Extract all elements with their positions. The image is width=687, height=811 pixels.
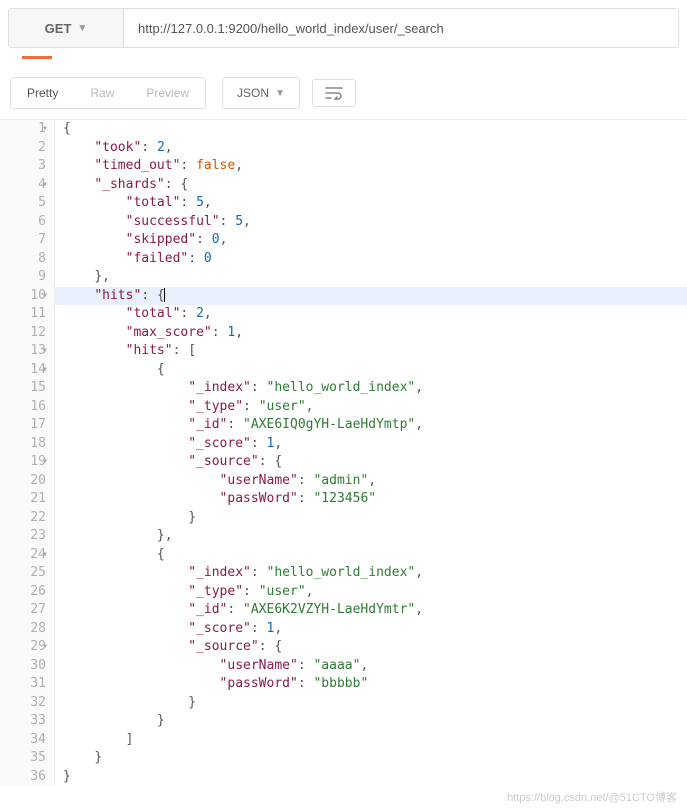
line-number: 33	[0, 712, 46, 731]
code-line: "userName": "admin",	[63, 472, 687, 491]
code-line: "passWord": "bbbbb"	[63, 675, 687, 694]
code-line: {	[63, 361, 687, 380]
chevron-down-icon: ▼	[77, 23, 87, 34]
line-number: 5	[0, 194, 46, 213]
code-line: {	[63, 120, 687, 139]
line-number: 7	[0, 231, 46, 250]
tab-pretty[interactable]: Pretty	[11, 78, 74, 108]
response-editor[interactable]: 1234567891011121314151617181920212223242…	[0, 119, 687, 786]
code-line: "_score": 1,	[63, 620, 687, 639]
code-line: "total": 5,	[63, 194, 687, 213]
line-number: 16	[0, 398, 46, 417]
code-line: }	[63, 749, 687, 768]
request-bar: GET ▼	[8, 8, 679, 48]
code-line: }	[63, 768, 687, 787]
line-number: 18	[0, 435, 46, 454]
code-line: "_index": "hello_world_index",	[63, 379, 687, 398]
line-number: 2	[0, 139, 46, 158]
url-input[interactable]	[124, 9, 678, 47]
code-line: "successful": 5,	[63, 213, 687, 232]
view-tabs: Pretty Raw Preview	[10, 77, 206, 109]
line-number: 6	[0, 213, 46, 232]
code-line: "hits": {	[55, 287, 687, 306]
code-line: "_shards": {	[63, 176, 687, 195]
code-line: "total": 2,	[63, 305, 687, 324]
code-line: ]	[63, 731, 687, 750]
code-line: "_type": "user",	[63, 398, 687, 417]
line-gutter: 1234567891011121314151617181920212223242…	[0, 120, 55, 786]
code-line: "_source": {	[63, 638, 687, 657]
line-number: 19	[0, 453, 46, 472]
code-line: {	[63, 546, 687, 565]
line-number: 21	[0, 490, 46, 509]
http-method-select[interactable]: GET ▼	[9, 9, 124, 47]
line-number: 9	[0, 268, 46, 287]
line-number: 26	[0, 583, 46, 602]
code-line: "took": 2,	[63, 139, 687, 158]
code-line: "max_score": 1,	[63, 324, 687, 343]
line-number: 31	[0, 675, 46, 694]
watermark: https://blog.csdn.net/@51CTO博客	[507, 789, 677, 805]
line-number: 20	[0, 472, 46, 491]
line-number: 8	[0, 250, 46, 269]
line-number: 25	[0, 564, 46, 583]
code-line: "_id": "AXE6IQ0gYH-LaeHdYmtp",	[63, 416, 687, 435]
line-number: 36	[0, 768, 46, 787]
line-number: 34	[0, 731, 46, 750]
line-number: 24	[0, 546, 46, 565]
response-toolbar: Pretty Raw Preview JSON ▼	[0, 59, 687, 119]
line-number: 29	[0, 638, 46, 657]
code-line: "userName": "aaaa",	[63, 657, 687, 676]
code-line: "passWord": "123456"	[63, 490, 687, 509]
code-line: "_index": "hello_world_index",	[63, 564, 687, 583]
code-line: "_score": 1,	[63, 435, 687, 454]
line-number: 12	[0, 324, 46, 343]
chevron-down-icon: ▼	[275, 88, 285, 99]
code-line: "skipped": 0,	[63, 231, 687, 250]
line-number: 10	[0, 287, 46, 306]
code-line: "hits": [	[63, 342, 687, 361]
code-body[interactable]: { "took": 2, "timed_out": false, "_shard…	[55, 120, 687, 786]
code-line: "_id": "AXE6K2VZYH-LaeHdYmtr",	[63, 601, 687, 620]
code-line: }	[63, 694, 687, 713]
code-line: "_source": {	[63, 453, 687, 472]
code-line: }	[63, 509, 687, 528]
line-number: 17	[0, 416, 46, 435]
code-line: }	[63, 712, 687, 731]
tab-raw[interactable]: Raw	[74, 78, 130, 108]
format-label: JSON	[237, 86, 269, 100]
code-line: },	[63, 527, 687, 546]
line-number: 23	[0, 527, 46, 546]
wrap-lines-button[interactable]	[312, 79, 356, 107]
http-method-label: GET	[45, 21, 72, 36]
line-number: 30	[0, 657, 46, 676]
code-line: "timed_out": false,	[63, 157, 687, 176]
code-line: },	[63, 268, 687, 287]
line-number: 32	[0, 694, 46, 713]
line-number: 28	[0, 620, 46, 639]
line-number: 4	[0, 176, 46, 195]
line-number: 27	[0, 601, 46, 620]
tab-preview[interactable]: Preview	[130, 78, 205, 108]
code-line: "_type": "user",	[63, 583, 687, 602]
line-number: 22	[0, 509, 46, 528]
line-number: 11	[0, 305, 46, 324]
line-number: 15	[0, 379, 46, 398]
wrap-icon	[325, 86, 343, 100]
line-number: 14	[0, 361, 46, 380]
code-line: "failed": 0	[63, 250, 687, 269]
line-number: 3	[0, 157, 46, 176]
line-number: 13	[0, 342, 46, 361]
line-number: 1	[0, 120, 46, 139]
line-number: 35	[0, 749, 46, 768]
format-select[interactable]: JSON ▼	[222, 77, 300, 109]
